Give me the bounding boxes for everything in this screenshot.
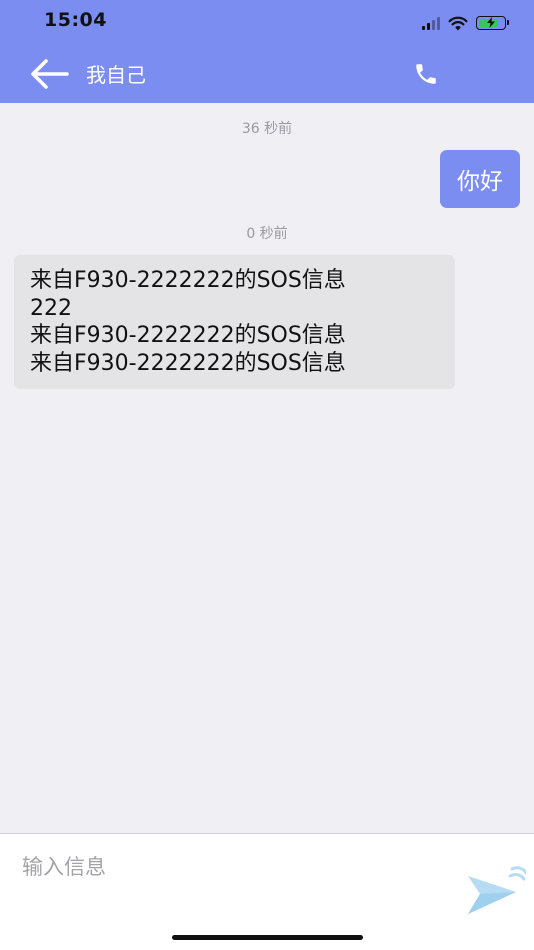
status-icons xyxy=(422,12,509,34)
message-line: 来自F930-2222222的SOS信息 xyxy=(30,350,346,376)
status-time: 15:04 xyxy=(44,9,107,31)
send-icon xyxy=(468,866,528,914)
message-timestamp: 0 秒前 xyxy=(246,226,288,242)
composer-bar xyxy=(0,833,534,950)
message-input[interactable] xyxy=(22,850,442,884)
wifi-icon xyxy=(448,16,468,30)
arrow-left-icon xyxy=(31,59,69,89)
incoming-message-bubble[interactable]: 来自F930-2222222的SOS信息 222 来自F930-2222222的… xyxy=(14,255,455,389)
message-timestamp: 36 秒前 xyxy=(241,121,293,137)
phone-icon xyxy=(416,64,436,84)
message-line: 来自F930-2222222的SOS信息 xyxy=(30,323,346,348)
message-list[interactable]: 36 秒前 你好 0 秒前 来自F930-2222222的SOS信息 222 来… xyxy=(0,103,534,833)
back-button[interactable] xyxy=(26,52,72,96)
call-button[interactable] xyxy=(406,54,446,94)
message-line: 来自F930-2222222的SOS信息 xyxy=(30,268,346,293)
outgoing-message-bubble[interactable]: 你好 xyxy=(440,150,520,208)
message-line: 222 xyxy=(30,295,72,321)
chat-title: 我自己 xyxy=(86,63,146,87)
cellular-signal-icon xyxy=(422,16,440,30)
home-indicator xyxy=(172,935,363,940)
send-button[interactable] xyxy=(466,866,528,918)
navigation-bar: 15:04 我自己 xyxy=(0,0,534,103)
battery-icon xyxy=(476,16,509,30)
